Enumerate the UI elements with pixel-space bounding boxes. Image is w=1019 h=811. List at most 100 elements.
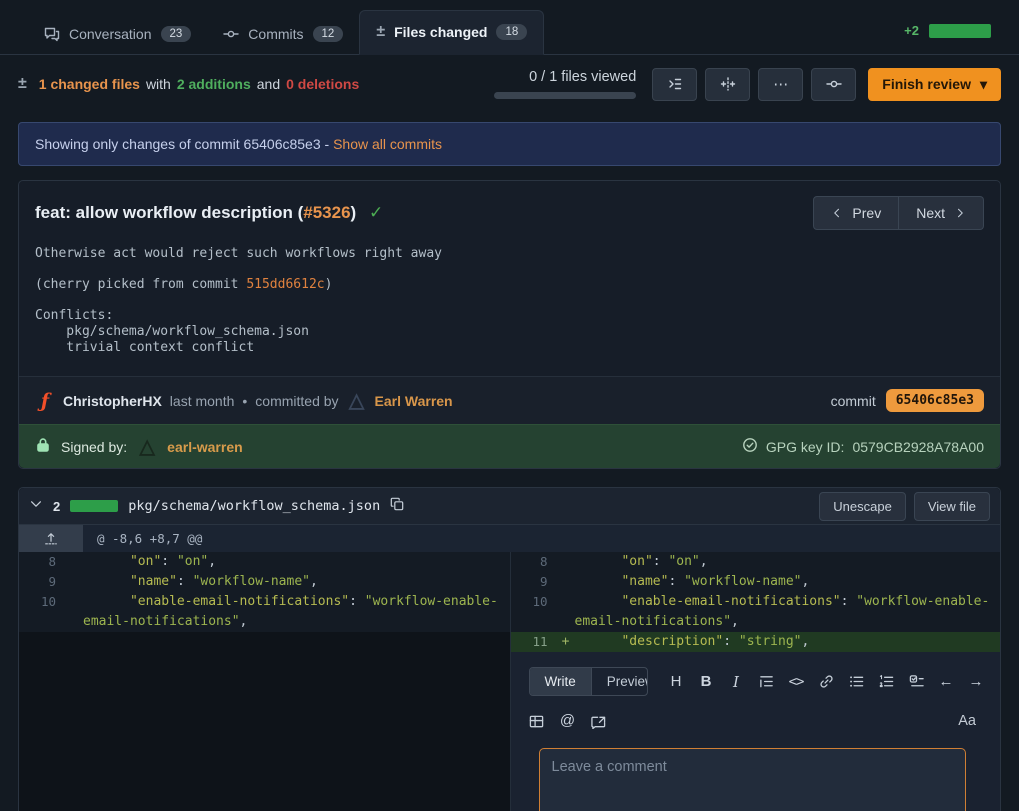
write-tab[interactable]: Write (530, 668, 591, 695)
commit-body-line2-close: ) (325, 277, 333, 292)
diff-code-line: "description": "string", (575, 632, 1001, 652)
file-tree-toggle-button[interactable] (652, 68, 697, 101)
code-icon[interactable]: <> (788, 672, 804, 692)
issue-link[interactable]: #5326 (303, 203, 350, 222)
ellipsis-icon: ⋯ (773, 75, 788, 93)
diff-left-cell: 9 "name": "workflow-name", (19, 572, 510, 592)
diff-line-number[interactable]: 9 (19, 572, 65, 592)
files-viewed-bar (494, 92, 636, 99)
diff-summary-bar: ± 1 changed files with 2 additions and 0… (0, 55, 1019, 113)
unescape-button[interactable]: Unescape (819, 492, 906, 521)
gpg-key-label: GPG key ID: (766, 439, 845, 455)
diff-options-button[interactable]: ⋯ (758, 68, 803, 101)
diff-right-cell: 8 "on": "on", (510, 552, 1001, 572)
unordered-list-icon[interactable] (848, 674, 864, 689)
summary-text: with (146, 76, 171, 92)
author-name[interactable]: ChristopherHX (63, 393, 162, 409)
commit-word: commit (831, 393, 876, 409)
commit-title-text: feat: allow workflow description ( (35, 203, 303, 222)
files-viewed-progress: 0 / 1 files viewed (494, 69, 636, 99)
committer-name[interactable]: Earl Warren (375, 393, 453, 409)
tab-conversation-count: 23 (161, 26, 192, 42)
signer-avatar[interactable]: △ (137, 437, 157, 457)
view-file-button[interactable]: View file (914, 492, 990, 521)
font-size-icon[interactable]: Aa (958, 711, 976, 731)
diff-hunk-row: @ -8,6 +8,7 @@ (19, 525, 1000, 552)
diff-line-number[interactable]: 10 (19, 592, 65, 632)
comment-input[interactable] (539, 748, 967, 811)
diff-line-number[interactable]: 8 (511, 552, 557, 572)
commit-body-line2: (cherry picked from commit (35, 277, 246, 292)
next-commit-button[interactable]: Next (899, 196, 984, 230)
diff-line-number[interactable]: 8 (19, 552, 65, 572)
finish-review-label: Finish review (882, 76, 971, 92)
preview-tab[interactable]: Preview (591, 668, 648, 695)
tab-commits-label: Commits (248, 26, 303, 42)
comment-editor-toolbar-2: @ Aa (529, 711, 985, 731)
git-commit-icon (223, 26, 239, 42)
author-avatar[interactable]: ƒ (35, 391, 55, 411)
signed-by-label: Signed by: (61, 439, 127, 455)
commit-hash-badge[interactable]: 65406c85e3 (886, 389, 984, 412)
mention-icon[interactable]: @ (560, 711, 576, 731)
tab-commits[interactable]: Commits 12 (207, 14, 359, 55)
ordered-list-icon[interactable] (878, 674, 894, 689)
cherry-pick-hash-link[interactable]: 515dd6612c (246, 277, 324, 292)
redo-arrow-icon[interactable]: → (968, 672, 984, 692)
diff-line-number[interactable]: 9 (511, 572, 557, 592)
show-all-commits-link[interactable]: Show all commits (333, 136, 442, 152)
commit-select-button[interactable] (811, 68, 856, 101)
bold-icon[interactable]: B (698, 672, 714, 692)
heading-icon[interactable]: H (668, 672, 684, 692)
tab-files-changed-count: 18 (496, 24, 527, 40)
diff-code-line: "name": "workflow-name", (83, 572, 510, 592)
diff-line-marker (557, 552, 575, 572)
tab-conversation[interactable]: Conversation 23 (28, 14, 207, 55)
diff-left-cell: 8 "on": "on", (19, 552, 510, 572)
diff-file-header: 2 pkg/schema/workflow_schema.json Unesca… (19, 488, 1000, 525)
comment-discussion-icon (44, 26, 60, 42)
diff-line-number[interactable]: 11 (511, 632, 557, 652)
undo-arrow-icon[interactable]: ← (938, 672, 954, 692)
diff-row: 9 "name": "workflow-name",9 "name": "wor… (19, 572, 1000, 592)
summary-text-2: and (257, 76, 280, 92)
file-name[interactable]: pkg/schema/workflow_schema.json (128, 498, 380, 514)
signer-name[interactable]: earl-warren (167, 439, 242, 455)
diff-line-marker: + (557, 632, 575, 652)
task-list-icon[interactable] (908, 674, 924, 689)
tab-commits-count: 12 (313, 26, 344, 42)
diff-line-marker (557, 572, 575, 592)
diff-code-line: "enable-email-notifications": "workflow-… (83, 592, 510, 632)
diff-line-marker (65, 572, 83, 592)
inline-comment-row: Write Preview H B I <> (19, 652, 1000, 811)
diff-line-number[interactable]: 10 (511, 592, 557, 632)
table-icon[interactable] (529, 714, 545, 729)
changed-files-link[interactable]: 1 changed files (39, 76, 140, 92)
diff-line-marker (557, 592, 575, 632)
commit-message-body: Otherwise act would reject such workflow… (19, 240, 1000, 376)
copy-path-icon[interactable] (390, 497, 404, 516)
committer-avatar[interactable]: △ (347, 391, 367, 411)
status-check-icon[interactable]: ✓ (369, 203, 383, 222)
italic-icon[interactable]: I (728, 672, 744, 692)
additions-text: 2 additions (177, 76, 251, 92)
lock-icon (35, 437, 51, 456)
commit-nav: Prev Next (813, 196, 984, 230)
cross-reference-icon[interactable] (591, 714, 607, 729)
diff-icon: ± (376, 23, 385, 41)
tab-conversation-label: Conversation (69, 26, 152, 42)
changed-files-summary: ± 1 changed files with 2 additions and 0… (18, 75, 359, 93)
commit-title: feat: allow workflow description (#5326)… (35, 203, 383, 223)
prev-commit-button[interactable]: Prev (813, 196, 899, 230)
expand-hunk-button[interactable] (19, 525, 83, 552)
files-viewed-label: 0 / 1 files viewed (529, 69, 636, 85)
tab-files-changed[interactable]: ± Files changed 18 (359, 10, 544, 55)
commit-title-close: ) (351, 203, 357, 222)
diff-row: 11+ "description": "string", (19, 632, 1000, 652)
split-view-button[interactable] (705, 68, 750, 101)
quote-icon[interactable] (758, 674, 774, 689)
collapse-file-icon[interactable] (29, 497, 43, 516)
link-icon[interactable] (818, 674, 834, 689)
deletions-text: 0 deletions (286, 76, 359, 92)
finish-review-button[interactable]: Finish review ▾ (868, 68, 1001, 101)
